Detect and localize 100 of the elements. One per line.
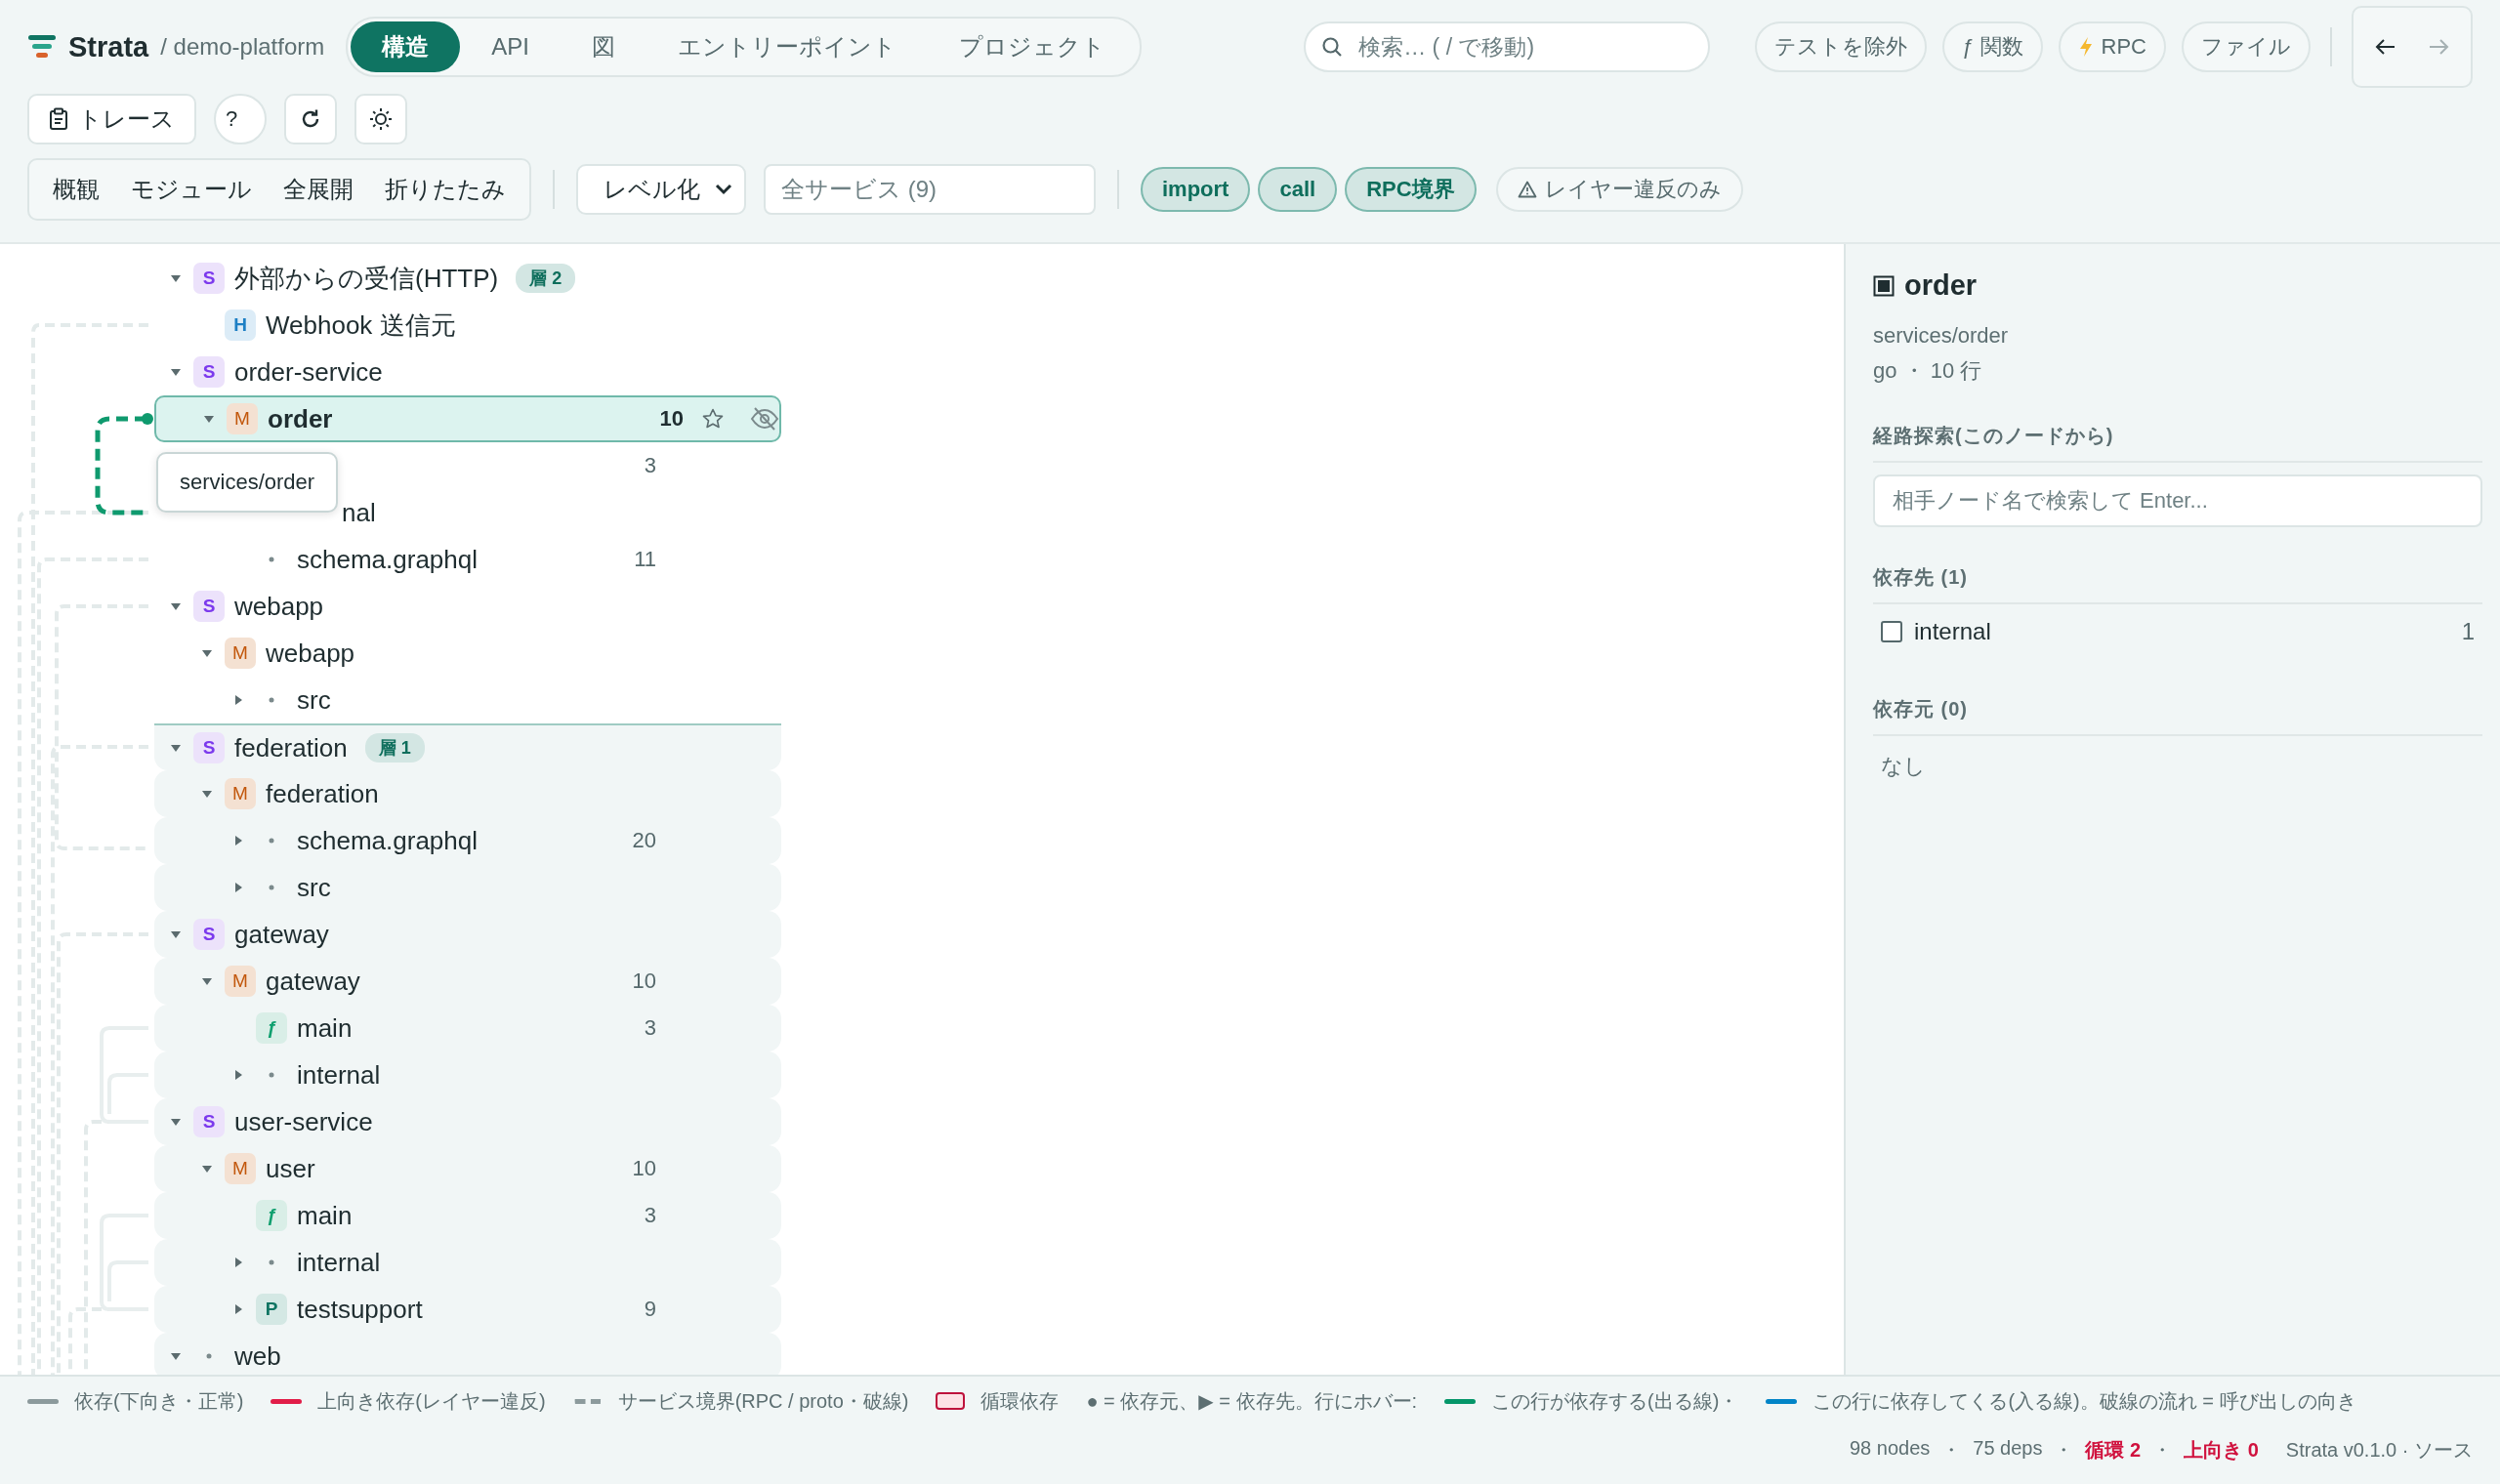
line-count: 10 bbox=[631, 1156, 656, 1181]
tree-row[interactable]: internal bbox=[154, 1239, 781, 1286]
caret-icon[interactable] bbox=[232, 694, 244, 706]
layout-select[interactable]: レベル化 bbox=[576, 164, 746, 215]
caret-icon[interactable] bbox=[232, 835, 244, 846]
view-button[interactable]: 全展開 bbox=[268, 170, 369, 209]
node-label: schema.graphql bbox=[297, 825, 478, 856]
detail-meta: go ・ 10 行 bbox=[1873, 357, 1983, 385]
node-label: order-service bbox=[234, 356, 383, 388]
bullet-icon bbox=[269, 1259, 274, 1265]
dependency-item[interactable]: internal 1 bbox=[1873, 604, 2482, 659]
selected-tree-row[interactable]: M order 10 bbox=[154, 395, 781, 442]
line-count: 3 bbox=[643, 453, 656, 478]
section-heading: 依存先 (1) bbox=[1873, 564, 2482, 604]
filter-chip[interactable]: テストを除外 bbox=[1755, 21, 1928, 72]
view-button[interactable]: モジュール bbox=[115, 170, 268, 209]
caret-icon[interactable] bbox=[232, 1257, 244, 1268]
filter-chip[interactable]: ƒ 関数 bbox=[1942, 21, 2043, 72]
project-name: / demo-platform bbox=[160, 33, 325, 61]
tree-row[interactable]: P testsupport 9 bbox=[154, 1286, 781, 1333]
tree-row[interactable]: S 外部からの受信(HTTP) 層 2 bbox=[154, 255, 781, 302]
edge-toggle[interactable]: call bbox=[1258, 167, 1338, 212]
logo-icon bbox=[27, 33, 57, 61]
caret-icon[interactable] bbox=[201, 1163, 213, 1175]
tree-row[interactable]: M webapp bbox=[154, 630, 781, 677]
tree-row[interactable]: S gateway bbox=[154, 911, 781, 958]
node-label: web bbox=[234, 1340, 281, 1372]
caret-icon[interactable] bbox=[170, 366, 182, 378]
module-badge: M bbox=[225, 638, 256, 669]
edge-toggle[interactable]: RPC境界 bbox=[1345, 167, 1477, 212]
module-badge: M bbox=[225, 966, 256, 997]
nav-tab[interactable]: 構造 bbox=[351, 21, 461, 72]
theme-button[interactable] bbox=[354, 94, 407, 144]
star-icon[interactable] bbox=[701, 407, 725, 431]
search-field[interactable]: 検索… ( / で移動) bbox=[1304, 21, 1711, 72]
nav-tab[interactable]: エントリーポイント bbox=[646, 21, 928, 72]
edge-toggle[interactable]: import bbox=[1141, 167, 1251, 212]
tree-row[interactable]: M federation bbox=[154, 770, 781, 817]
view-button[interactable]: 概観 bbox=[37, 170, 115, 209]
tree-row[interactable]: web bbox=[154, 1333, 781, 1375]
service-filter-field[interactable]: 全サービス (9) bbox=[764, 164, 1096, 215]
node-label: webapp bbox=[266, 638, 355, 669]
tree-row[interactable]: S webapp bbox=[154, 583, 781, 630]
caret-icon[interactable] bbox=[201, 788, 213, 800]
eye-off-icon[interactable] bbox=[750, 406, 779, 432]
tree-row[interactable]: schema.graphql 11 bbox=[154, 536, 781, 583]
trace-button[interactable]: トレース bbox=[27, 94, 196, 144]
filter-chip[interactable]: ファイル bbox=[2182, 21, 2311, 72]
tree-row[interactable]: H Webhook 送信元 bbox=[154, 302, 781, 349]
help-button[interactable]: ? bbox=[214, 94, 267, 144]
service-badge: S bbox=[193, 1106, 225, 1137]
nav-tab[interactable]: API bbox=[460, 21, 561, 72]
sun-icon bbox=[368, 106, 394, 132]
tree-row[interactable]: S federation 層 1 bbox=[154, 723, 781, 770]
caret-icon[interactable] bbox=[170, 1116, 182, 1128]
bullet-icon bbox=[269, 556, 274, 562]
status-text: 75 deps bbox=[1973, 1437, 2043, 1461]
caret-icon[interactable] bbox=[170, 272, 182, 284]
caret-icon[interactable] bbox=[170, 928, 182, 940]
layer-badge: 層 2 bbox=[516, 264, 576, 293]
package-badge: P bbox=[256, 1294, 287, 1325]
refresh-button[interactable] bbox=[284, 94, 337, 144]
edge-toggle[interactable]: レイヤー違反のみ bbox=[1495, 167, 1743, 212]
caret-icon[interactable] bbox=[203, 413, 215, 425]
caret-icon[interactable] bbox=[232, 882, 244, 893]
node-label: internal bbox=[297, 1059, 381, 1091]
legend-label: 上向き依存(レイヤー違反) bbox=[317, 1388, 546, 1414]
caret-icon[interactable] bbox=[232, 1303, 244, 1315]
search-icon bbox=[1321, 36, 1344, 58]
lightning-icon bbox=[2077, 36, 2094, 58]
tree-row[interactable]: S order-service bbox=[154, 349, 781, 395]
tree-row[interactable]: src bbox=[154, 677, 781, 723]
line-count: 10 bbox=[658, 406, 684, 432]
http-badge: H bbox=[225, 309, 256, 341]
caret-icon[interactable] bbox=[232, 1069, 244, 1081]
caret-icon[interactable] bbox=[170, 742, 182, 754]
filter-chip[interactable]: RPC bbox=[2058, 21, 2166, 72]
tree-row[interactable]: internal bbox=[154, 1051, 781, 1098]
node-label: main bbox=[297, 1012, 353, 1044]
legend-label: この行に依存してくる(入る線)。破線の流れ = 呼び出しの向き bbox=[1812, 1388, 2356, 1414]
caret-icon[interactable] bbox=[170, 1350, 182, 1362]
tree-row[interactable]: S user-service bbox=[154, 1098, 781, 1145]
caret-icon[interactable] bbox=[201, 975, 213, 987]
caret-icon[interactable] bbox=[170, 600, 182, 612]
tree-row[interactable]: M user 10 bbox=[154, 1145, 781, 1192]
view-button[interactable]: 折りたたみ bbox=[369, 170, 521, 209]
checkbox[interactable] bbox=[1881, 621, 1902, 642]
line-count: 11 bbox=[633, 547, 656, 572]
caret-icon[interactable] bbox=[201, 647, 213, 659]
separator-dot: ・ bbox=[2152, 1438, 2173, 1463]
tree-row[interactable]: ƒ main 3 bbox=[154, 1192, 781, 1239]
tree-row[interactable]: src bbox=[154, 864, 781, 911]
tree-row[interactable]: schema.graphql 20 bbox=[154, 817, 781, 864]
bullet-icon bbox=[269, 838, 274, 844]
tree-row[interactable]: ƒ main 3 bbox=[154, 1005, 781, 1051]
tree-row[interactable]: M gateway 10 bbox=[154, 958, 781, 1005]
path-search-field[interactable]: 相手ノード名で検索して Enter... bbox=[1873, 474, 2482, 527]
nav-tab[interactable]: 図 bbox=[560, 21, 646, 72]
nav-tab[interactable]: プロジェクト bbox=[927, 21, 1137, 72]
section-heading: 依存元 (0) bbox=[1873, 696, 2482, 736]
